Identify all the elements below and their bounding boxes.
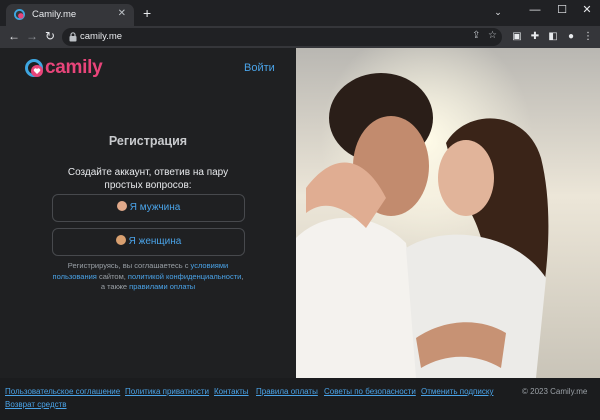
close-icon[interactable]: ✕ — [118, 8, 126, 19]
logo-text: camily — [45, 57, 103, 78]
footer-link-refund[interactable]: Возврат средств — [5, 400, 67, 409]
registration-subtitle: Создайте аккаунт, ответив на пару просты… — [67, 167, 229, 191]
terms-notice: Регистрируясь, вы соглашаетесь с условия… — [50, 261, 246, 293]
url-text: camily.me — [80, 31, 123, 42]
browser-window: Camily.me ✕ + ⌄ — ☐ ✕ ← → ↻ camily.me ⇪ … — [0, 0, 600, 420]
address-bar[interactable]: camily.me ⇪ ☆ — [62, 28, 502, 46]
share-icon[interactable]: ⇪ — [472, 30, 480, 41]
menu-dots-icon[interactable]: ⋮ — [581, 30, 595, 44]
star-icon[interactable]: ☆ — [488, 30, 497, 41]
woman-emoji-icon — [115, 235, 126, 245]
camily-logo-icon — [25, 59, 43, 77]
profile-icon[interactable]: ● — [564, 30, 578, 44]
footer-link-contacts[interactable]: Контакты — [214, 387, 249, 396]
tab-camily[interactable]: Camily.me ✕ — [6, 4, 134, 26]
sidebar-icon[interactable]: ◧ — [546, 30, 560, 44]
maximize-icon[interactable]: ☐ — [548, 1, 576, 19]
back-arrow-icon[interactable]: ← — [6, 28, 22, 44]
puzzle-icon[interactable]: ✚ — [528, 30, 542, 44]
footer-link-user-agreement[interactable]: Пользовательское соглашение — [5, 387, 120, 396]
login-link[interactable]: Войти — [244, 62, 275, 74]
terms-text: Регистрируясь, вы соглашаетесь с — [67, 261, 191, 270]
male-option-button[interactable]: Я мужчина — [52, 194, 245, 222]
man-emoji-icon — [116, 201, 127, 211]
registration-pane: camily Войти Регистрация Создайте аккаун… — [0, 48, 296, 378]
tab-search-icon[interactable]: ⌄ — [484, 3, 512, 21]
camily-logo[interactable]: camily — [25, 56, 115, 82]
page-content: camily Войти Регистрация Создайте аккаун… — [0, 48, 600, 420]
reload-icon[interactable]: ↻ — [42, 28, 58, 44]
female-option-button[interactable]: Я женщина — [52, 228, 245, 256]
tab-title: Camily.me — [32, 9, 77, 20]
minimize-icon[interactable]: — — [521, 1, 549, 19]
lock-icon — [69, 32, 77, 42]
terms-text: сайтом, — [96, 271, 128, 281]
site-footer: Пользовательское соглашение Политика при… — [0, 378, 600, 420]
footer-link-cancel-subscription[interactable]: Отменить подписку — [421, 387, 493, 396]
male-option-label: Я мужчина — [129, 202, 181, 213]
footer-link-payment-rules[interactable]: Правила оплаты — [256, 387, 318, 396]
forward-arrow-icon[interactable]: → — [24, 28, 40, 44]
footer-link-safety-tips[interactable]: Советы по безопасности — [324, 387, 416, 396]
registration-title: Регистрация — [108, 134, 188, 148]
privacy-policy-link[interactable]: политикой конфиденциальности — [128, 272, 241, 281]
window-close-icon[interactable]: ✕ — [573, 1, 600, 19]
footer-link-privacy[interactable]: Политика приватности — [125, 387, 209, 396]
copyright: © 2023 Camily.me — [522, 387, 588, 396]
tab-strip: Camily.me ✕ + ⌄ — ☐ ✕ — [0, 0, 600, 26]
new-tab-button[interactable]: + — [143, 5, 151, 21]
camily-favicon-icon — [14, 9, 25, 20]
extension-icon[interactable]: ▣ — [510, 30, 524, 44]
couple-photo — [296, 48, 600, 378]
browser-toolbar: ← → ↻ camily.me ⇪ ☆ ▣ ✚ ◧ ● ⋮ — [0, 26, 600, 48]
payment-rules-link[interactable]: правилами оплаты — [129, 282, 195, 291]
female-option-label: Я женщина — [128, 236, 182, 247]
